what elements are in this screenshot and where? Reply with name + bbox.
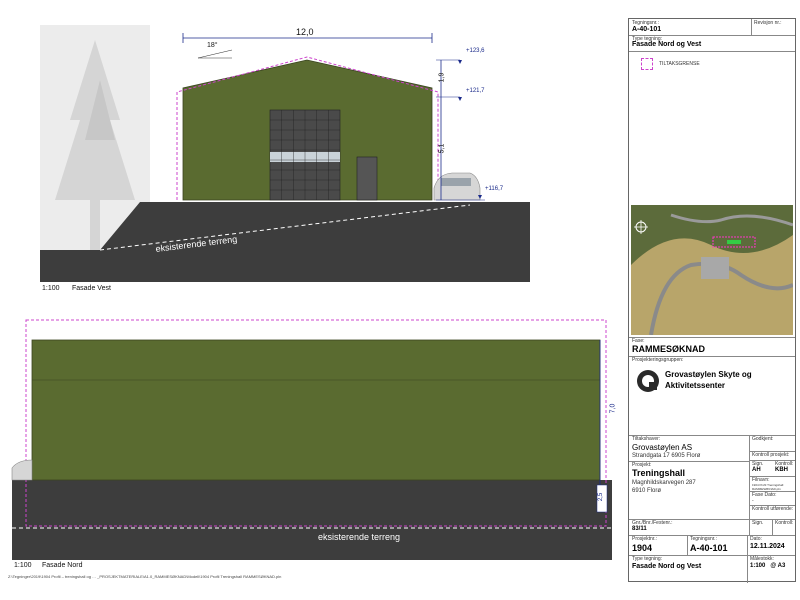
company-name-line1: Grovastøylen Skyte og	[665, 370, 752, 379]
sign2-label: Sign.	[752, 520, 764, 526]
title-label-west: Fasade Vest	[72, 285, 111, 292]
elev-top-label: +123,6	[466, 48, 485, 54]
prosjekt-address-2: 6910 Florø	[632, 488, 662, 494]
terrain-label-north: eksisterende terreng	[318, 532, 401, 542]
tegnr2-label: Tegningsnr.:	[690, 536, 717, 542]
dim-roof-label: 1,9	[438, 72, 446, 83]
roof-angle-label: 18°	[207, 42, 218, 49]
prosjekteringsgruppen-label: Prosjekteringsgruppen:	[632, 357, 684, 363]
dato-label: Dato:	[750, 536, 762, 542]
revisjon-label: Revisjon nr.:	[754, 20, 782, 26]
filnavn-value: 1904 Profil Treningshall RAMMESØKNAD.pln	[752, 483, 784, 491]
scale-label-west: 1:100	[42, 285, 60, 292]
tegning-nr: A-40-101	[632, 26, 662, 33]
company-logo	[637, 370, 659, 392]
fasedato-label: Fase Dato:	[752, 492, 777, 498]
gnr-value: 83/11	[632, 526, 647, 532]
tiltakshaver-address: Strandgata 17 6905 Florø	[632, 453, 701, 459]
elev-eave-label: +121,7	[466, 88, 485, 94]
car-illustration-north	[11, 459, 33, 481]
tiltakshaver-name: Grovastøylen AS	[632, 443, 693, 452]
tiltaksgrense-legend-label: TILTAKSGRENSE	[659, 61, 700, 67]
scale-label-north: 1:100	[14, 562, 32, 569]
tiltaksgrense-legend-swatch	[641, 58, 653, 70]
type2-value: Fasade Nord og Vest	[632, 563, 702, 570]
prosjnr-value: 1904	[632, 543, 653, 553]
tegnr2-value: A-40-101	[690, 543, 728, 553]
fase-value: RAMMESØKNAD	[632, 344, 705, 354]
type2-label: Type tegning:	[632, 556, 663, 562]
entry-door	[356, 156, 378, 201]
tiltakshaver-label: Tiltakshaver:	[632, 436, 661, 442]
kontroll-utforende-label: Kontroll utførende:	[752, 506, 794, 512]
dim-north-height-label: 7,0	[609, 403, 617, 414]
kontroll-value: KBH	[775, 467, 788, 473]
prosjnr-label: Prosjektnr.:	[632, 536, 658, 542]
kontroll2-label: Kontroll:	[775, 520, 794, 526]
fasedato-value: -	[752, 498, 754, 504]
dim-wall-label: 5,1	[438, 143, 446, 154]
site-map	[631, 205, 793, 335]
prosjekt-address-1: Magnhildskarvegen 287	[632, 480, 696, 486]
kontroll-prosjekt-label: Kontroll prosjekt:	[752, 452, 790, 458]
title-block: Tegningsnr.: A-40-101 Revisjon nr.: Type…	[628, 18, 796, 583]
type-value: Fasade Nord og Vest	[632, 41, 702, 48]
file-path: Z:\Tegninger\2019\1904 Profil – trenings…	[8, 574, 282, 579]
north-facade	[31, 339, 601, 481]
malestokk-label: Målestokk:	[750, 556, 774, 562]
elev-ground-label: +116,7	[485, 186, 504, 192]
dim-width-label: 12,0	[296, 27, 314, 37]
dim-north-lower-label: 2,5	[598, 492, 605, 502]
title-label-north: Fasade Nord	[42, 562, 83, 569]
godkjent-label: Godkjent:	[752, 436, 774, 442]
malestokk-value: 1:100 @ A3	[750, 563, 786, 569]
sign-value: AH	[752, 467, 761, 473]
prosjekt-name: Treningshall	[632, 468, 686, 478]
dato-value: 12.11.2024	[750, 543, 785, 550]
terrain-north	[12, 480, 612, 560]
company-name-line2: Aktivitetssenter	[665, 381, 726, 390]
roof-angle-marker	[197, 49, 233, 59]
